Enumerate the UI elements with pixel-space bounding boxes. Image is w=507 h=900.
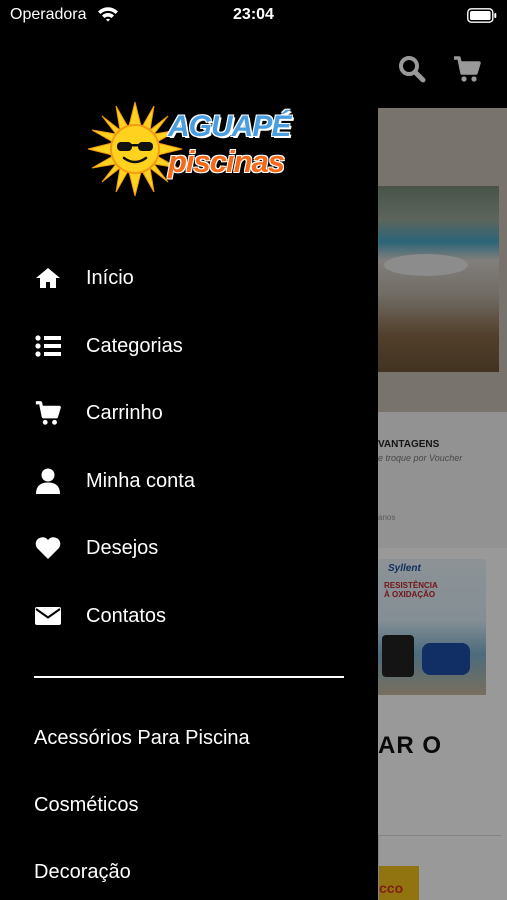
navigation-drawer: AGUAPÉ piscinas Início Categorias Carrin… — [0, 0, 378, 900]
cart-icon — [34, 399, 62, 427]
battery-icon — [467, 8, 497, 23]
app-screen: VANTAGENS e troque por Voucher anos Syll… — [0, 0, 507, 900]
menu-item-label: Categorias — [86, 334, 183, 357]
category-item-decoracao[interactable]: Decoração — [34, 861, 131, 884]
menu-item-carrinho[interactable]: Carrinho — [34, 393, 354, 433]
brand-logo[interactable]: AGUAPÉ piscinas — [86, 100, 298, 198]
list-icon — [34, 332, 62, 360]
menu-item-label: Contatos — [86, 604, 167, 627]
menu-item-inicio[interactable]: Início — [34, 258, 354, 298]
menu-divider — [34, 676, 344, 678]
heart-icon — [34, 534, 62, 562]
category-item-acessorios[interactable]: Acessórios Para Piscina — [34, 727, 250, 750]
menu-item-label: Minha conta — [86, 469, 195, 492]
menu-item-label: Início — [86, 266, 134, 289]
status-bar: Operadora 23:04 — [0, 0, 507, 32]
logo-text-aguape: AGUAPÉ — [168, 110, 291, 143]
menu-item-label: Carrinho — [86, 401, 163, 424]
menu-item-label: Desejos — [86, 536, 159, 559]
menu-item-desejos[interactable]: Desejos — [34, 528, 354, 568]
category-item-cosmeticos[interactable]: Cosméticos — [34, 794, 138, 817]
menu-item-categorias[interactable]: Categorias — [34, 326, 354, 366]
menu-item-contatos[interactable]: Contatos — [34, 596, 354, 636]
envelope-icon — [34, 602, 62, 630]
user-icon — [34, 467, 62, 495]
clock: 23:04 — [233, 6, 274, 23]
menu-item-minha-conta[interactable]: Minha conta — [34, 461, 354, 501]
logo-text-piscinas: piscinas — [168, 144, 285, 179]
home-icon — [34, 264, 62, 292]
